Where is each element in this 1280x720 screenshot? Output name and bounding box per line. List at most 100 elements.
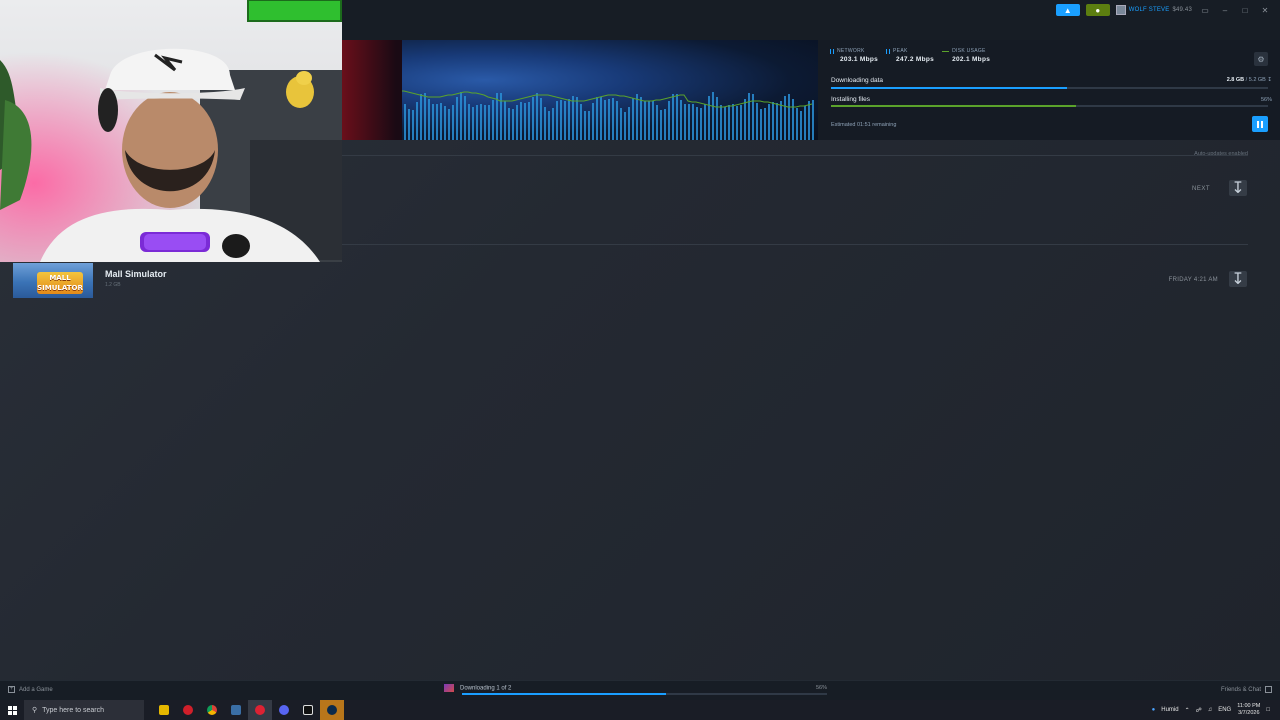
announcements-button[interactable]: ▲ <box>1055 4 1080 16</box>
user-name: WOLF STEVE <box>1128 7 1170 13</box>
volume-icon[interactable]: ♫ <box>1208 707 1213 713</box>
peak-stat: PEAK 247.2 Mbps <box>886 48 934 63</box>
steam-icon[interactable] <box>320 700 344 720</box>
bandwidth-bar <box>632 98 634 140</box>
bandwidth-bar <box>436 104 438 140</box>
file-explorer-icon[interactable] <box>152 700 176 720</box>
bandwidth-bar <box>796 108 798 140</box>
bandwidth-bar <box>748 93 750 140</box>
notification-icon[interactable]: □ <box>1266 707 1270 713</box>
download-stats: NETWORK 203.1 Mbps PEAK 247.2 Mbps DISK … <box>830 48 990 63</box>
bandwidth-bar <box>524 103 526 140</box>
minimize-icon[interactable]: – <box>1218 6 1232 15</box>
download-hero: NETWORK 203.1 Mbps PEAK 247.2 Mbps DISK … <box>342 40 1280 140</box>
bandwidth-bar <box>780 101 782 140</box>
install-progress-fill <box>831 105 1076 107</box>
add-game-button[interactable]: + Add a Game <box>8 686 53 693</box>
bandwidth-bar <box>628 107 630 140</box>
clock-date: 3/7/2026 <box>1238 710 1260 716</box>
bandwidth-bar <box>392 101 394 140</box>
bandwidth-bar <box>468 104 470 140</box>
download-game-button[interactable]: ↧ <box>1229 271 1247 288</box>
settings-button[interactable]: ⚙ <box>1254 52 1268 66</box>
language-indicator[interactable]: ENG <box>1218 707 1231 713</box>
bandwidth-bar <box>400 101 402 140</box>
bandwidth-bar <box>560 100 562 140</box>
game-thumbnail[interactable]: MALL SIMULATOR <box>13 263 93 298</box>
download-size: 2.8 GB / 5.2 GB ↧ <box>1227 77 1272 83</box>
bandwidth-bar <box>692 104 694 140</box>
disk-stat: DISK USAGE 202.1 Mbps <box>942 48 990 63</box>
bandwidth-bar <box>668 101 670 140</box>
bandwidth-bar <box>548 111 550 140</box>
bandwidth-bar <box>404 104 406 140</box>
bandwidth-bar <box>764 108 766 140</box>
capcut-icon[interactable] <box>296 700 320 720</box>
bandwidth-bar <box>568 99 570 140</box>
bandwidth-bar <box>416 102 418 140</box>
avatar <box>1115 5 1126 15</box>
taskbar-search[interactable]: ⚲ Type here to search <box>24 700 144 720</box>
bandwidth-bar <box>536 93 538 140</box>
maximize-icon[interactable]: □ <box>1238 6 1252 15</box>
bandwidth-bar <box>812 100 814 140</box>
bandwidth-bar <box>604 100 606 140</box>
obs-icon[interactable] <box>248 700 272 720</box>
webcam-overlay <box>0 0 342 262</box>
eta-text: Estimated 01:51 remaining <box>831 122 897 128</box>
start-button[interactable] <box>0 700 24 720</box>
bandwidth-bar <box>540 98 542 140</box>
game-banner-art <box>342 40 818 140</box>
bandwidth-bar <box>724 107 726 140</box>
plus-icon: + <box>8 686 15 693</box>
bandwidth-bar <box>600 97 602 140</box>
bandwidth-bar <box>488 105 490 140</box>
network-swatch-icon <box>830 48 834 54</box>
bandwidth-bar <box>640 97 642 140</box>
game-title[interactable]: Mall Simulator <box>105 269 167 279</box>
download-now-button[interactable]: ↧ <box>1229 180 1247 197</box>
pause-button[interactable] <box>1252 116 1268 132</box>
download-status[interactable]: Downloading 1 of 2 <box>444 684 511 692</box>
bandwidth-bar <box>452 105 454 140</box>
bandwidth-bar <box>744 99 746 140</box>
bandwidth-bar <box>656 105 658 140</box>
friends-chat-button[interactable]: Friends & Chat <box>1221 686 1272 693</box>
chrome-icon[interactable] <box>200 700 224 720</box>
downloading-label: Downloading data <box>831 77 884 84</box>
bandwidth-bar <box>808 101 810 140</box>
notifications-button[interactable]: ● <box>1085 4 1110 16</box>
bell-icon: ● <box>1095 5 1101 15</box>
discord-icon[interactable] <box>272 700 296 720</box>
gear-icon: ⚙ <box>1257 54 1265 64</box>
bandwidth-bar <box>704 104 706 140</box>
weather-text[interactable]: Humid <box>1161 707 1178 713</box>
search-placeholder: Type here to search <box>42 706 105 714</box>
opera-icon[interactable] <box>176 700 200 720</box>
megaphone-icon: ▲ <box>1063 5 1072 15</box>
bandwidth-bar <box>664 109 666 140</box>
bandwidth-bar <box>532 97 534 140</box>
close-icon[interactable]: ✕ <box>1258 6 1272 15</box>
bandwidth-bar <box>552 108 554 140</box>
bandwidth-bar <box>396 102 398 140</box>
bandwidth-bar <box>564 101 566 140</box>
install-percent: 56% <box>1260 97 1272 103</box>
chevron-up-icon[interactable]: ⌃ <box>1185 707 1190 714</box>
chat-icon <box>1265 686 1272 693</box>
bandwidth-bar <box>492 100 494 140</box>
windows-logo-icon <box>7 705 17 715</box>
clock[interactable]: 11:00 PM 3/7/2026 <box>1237 703 1260 717</box>
bandwidth-bar <box>772 102 774 140</box>
bandwidth-bar <box>648 101 650 140</box>
download-icon: ↧ <box>1231 180 1245 197</box>
account-menu[interactable]: WOLF STEVE $49.43 <box>1115 5 1192 15</box>
big-picture-icon[interactable]: ▭ <box>1198 6 1212 15</box>
bandwidth-bar <box>616 101 618 140</box>
wallet-balance: $49.43 <box>1172 7 1192 13</box>
bandwidth-bar <box>408 109 410 140</box>
bandwidth-bar <box>660 110 662 140</box>
bandwidth-bar <box>700 108 702 140</box>
network-tray-icon[interactable]: ☍ <box>1196 707 1202 714</box>
calculator-icon[interactable] <box>224 700 248 720</box>
